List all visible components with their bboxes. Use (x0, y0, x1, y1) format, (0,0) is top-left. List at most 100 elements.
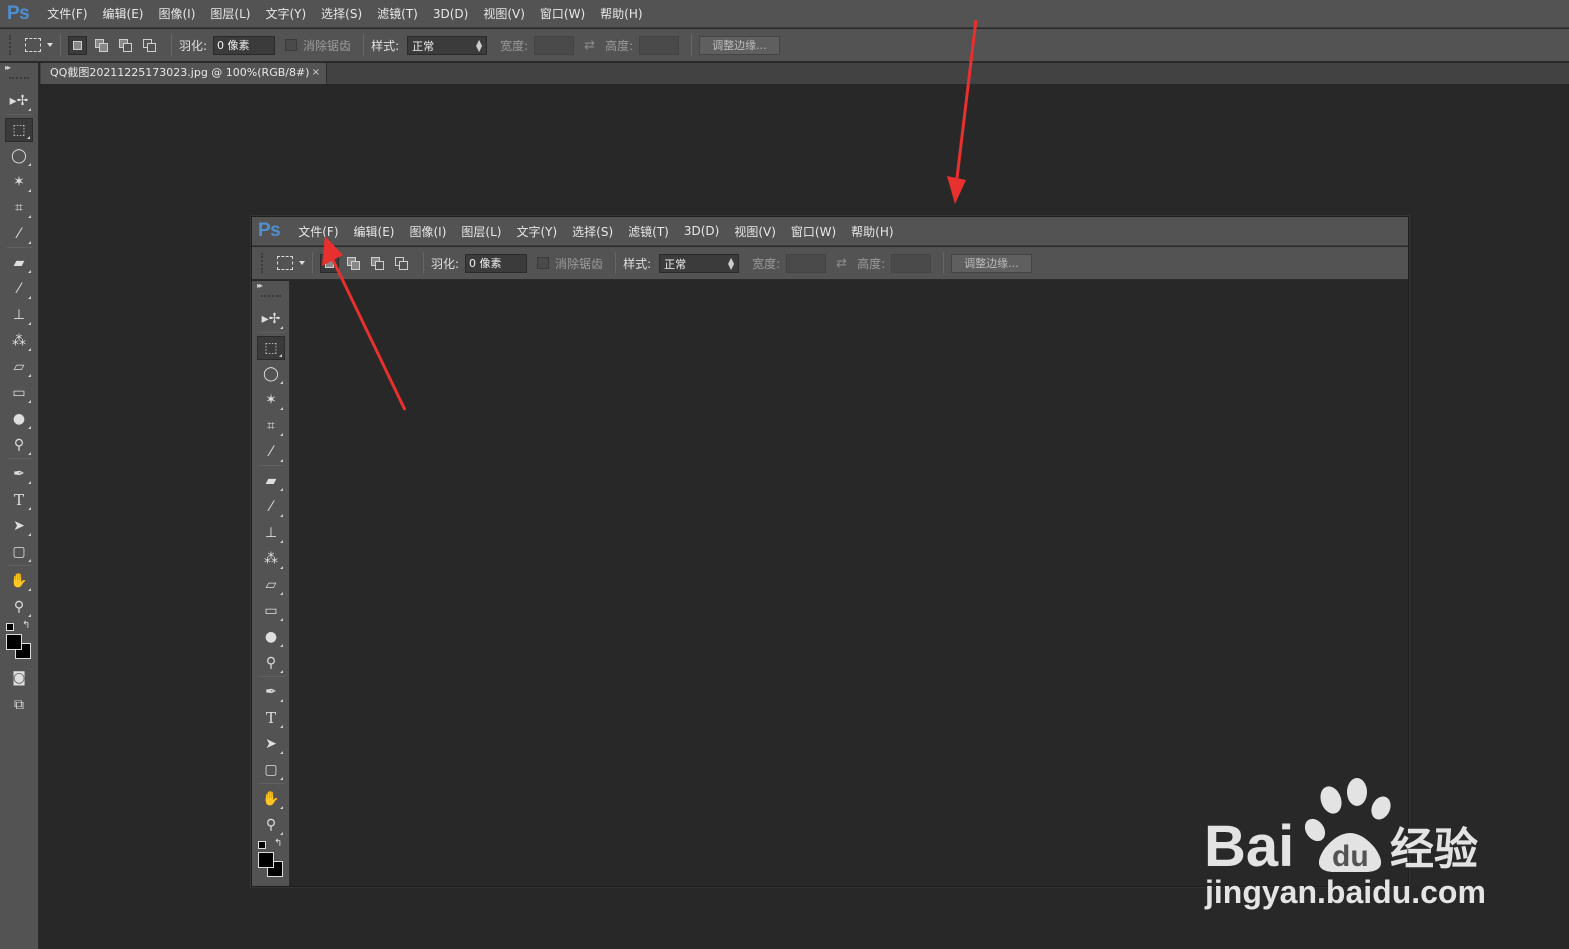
foreground-color-swatch[interactable] (6, 634, 22, 650)
style-select[interactable]: 正常 ▲ ▼ (659, 253, 740, 273)
antialias-checkbox[interactable] (285, 39, 298, 51)
move-tool[interactable]: ▸✢ (5, 89, 33, 113)
options-bar-grip[interactable] (9, 35, 13, 55)
path-selection-tool[interactable]: ➤ (5, 514, 33, 538)
crop-tool[interactable]: ⌗ (257, 414, 285, 438)
menu-edit[interactable]: 编辑(E) (354, 223, 395, 240)
blur-tool[interactable]: ● (5, 407, 33, 431)
width-input[interactable] (786, 253, 827, 273)
menu-filter[interactable]: 滤镜(T) (628, 223, 669, 240)
menu-select[interactable]: 选择(S) (572, 223, 613, 240)
gradient-tool[interactable]: ▭ (257, 599, 285, 623)
healing-brush-tool[interactable]: ▰ (257, 469, 285, 493)
dodge-tool[interactable]: ⚲ (5, 433, 33, 457)
swap-colors-icon[interactable]: ↰ (22, 620, 30, 631)
new-selection-button[interactable] (68, 35, 87, 55)
menu-window[interactable]: 窗口(W) (791, 223, 836, 240)
document-tab[interactable]: QQ截图20211225173023.jpg @ 100%(RGB/8#) × (41, 63, 327, 84)
swap-dimensions-icon[interactable]: ⇄ (836, 256, 847, 271)
dodge-tool[interactable]: ⚲ (257, 651, 285, 675)
options-bar-grip[interactable] (261, 253, 265, 273)
menu-layer[interactable]: 图层(L) (210, 5, 250, 22)
hand-tool[interactable]: ✋ (5, 569, 33, 593)
menu-file[interactable]: 文件(F) (47, 5, 87, 22)
history-brush-tool[interactable]: ⁂ (257, 547, 285, 571)
menu-help[interactable]: 帮助(H) (851, 223, 893, 240)
height-input[interactable] (891, 253, 932, 273)
menu-layer[interactable]: 图层(L) (461, 223, 501, 240)
menu-file[interactable]: 文件(F) (298, 223, 338, 240)
feather-input[interactable]: 0 像素 (465, 253, 528, 273)
type-tool[interactable]: T (5, 488, 33, 512)
swap-colors-icon[interactable]: ↰ (274, 838, 282, 849)
marquee-preset-icon[interactable] (277, 256, 293, 270)
rectangle-tool[interactable]: ▢ (257, 758, 285, 782)
subtract-from-selection-button[interactable] (116, 36, 135, 55)
zoom-tool[interactable]: ⚲ (257, 813, 285, 837)
pen-tool[interactable]: ✒ (5, 462, 33, 486)
foreground-color-swatch[interactable] (258, 852, 274, 868)
preset-dropdown-icon[interactable] (299, 261, 305, 265)
menu-help[interactable]: 帮助(H) (600, 5, 642, 22)
menu-image[interactable]: 图像(I) (409, 223, 446, 240)
lasso-tool[interactable]: ◯ (257, 362, 285, 386)
add-to-selection-button[interactable] (92, 36, 111, 55)
height-input[interactable] (639, 35, 680, 55)
rectangular-marquee-tool[interactable]: ⬚ (257, 336, 285, 360)
pen-tool[interactable]: ✒ (257, 680, 285, 704)
menu-window[interactable]: 窗口(W) (540, 5, 585, 22)
eraser-tool[interactable]: ▱ (5, 355, 33, 379)
menu-edit[interactable]: 编辑(E) (103, 5, 144, 22)
swap-dimensions-icon[interactable]: ⇄ (584, 38, 595, 53)
magic-wand-tool[interactable]: ✶ (5, 170, 33, 194)
new-selection-button[interactable] (320, 253, 339, 273)
rectangular-marquee-tool[interactable]: ⬚ (5, 118, 33, 142)
panel-grip[interactable] (9, 77, 29, 80)
panel-grip[interactable] (261, 295, 281, 298)
refine-edge-button[interactable]: 调整边缘... (699, 35, 780, 55)
intersect-selection-button[interactable] (140, 36, 159, 55)
move-tool[interactable]: ▸✢ (257, 307, 285, 331)
preset-dropdown-icon[interactable] (47, 43, 53, 47)
style-select[interactable]: 正常 ▲ ▼ (407, 35, 488, 55)
brush-tool[interactable]: ⁄ (5, 277, 33, 301)
healing-brush-tool[interactable]: ▰ (5, 251, 33, 275)
expand-panel-icon[interactable]: ▸▸ (5, 63, 11, 72)
clone-stamp-tool[interactable]: ⊥ (5, 303, 33, 327)
expand-panel-icon[interactable]: ▸▸ (257, 281, 263, 290)
default-colors-icon[interactable] (258, 841, 266, 849)
intersect-selection-button[interactable] (392, 254, 411, 273)
marquee-preset-icon[interactable] (25, 38, 41, 52)
menu-type[interactable]: 文字(Y) (265, 5, 306, 22)
close-icon[interactable]: × (312, 63, 320, 83)
menu-3d[interactable]: 3D(D) (433, 7, 468, 21)
default-colors-icon[interactable] (6, 623, 14, 631)
menu-view[interactable]: 视图(V) (734, 223, 776, 240)
rectangle-tool[interactable]: ▢ (5, 540, 33, 564)
menu-type[interactable]: 文字(Y) (516, 223, 557, 240)
menu-image[interactable]: 图像(I) (158, 5, 195, 22)
antialias-checkbox[interactable] (537, 257, 550, 269)
history-brush-tool[interactable]: ⁂ (5, 329, 33, 353)
path-selection-tool[interactable]: ➤ (257, 732, 285, 756)
blur-tool[interactable]: ● (257, 625, 285, 649)
feather-input[interactable]: 0 像素 (213, 35, 276, 55)
magic-wand-tool[interactable]: ✶ (257, 388, 285, 412)
width-input[interactable] (534, 35, 575, 55)
eraser-tool[interactable]: ▱ (257, 573, 285, 597)
brush-tool[interactable]: ⁄ (257, 495, 285, 519)
lasso-tool[interactable]: ◯ (5, 144, 33, 168)
eyedropper-tool[interactable]: ⁄ (257, 440, 285, 464)
add-to-selection-button[interactable] (344, 254, 363, 273)
eyedropper-tool[interactable]: ⁄ (5, 222, 33, 246)
subtract-from-selection-button[interactable] (368, 254, 387, 273)
screen-mode-icon[interactable]: ⧉ (5, 693, 33, 717)
menu-view[interactable]: 视图(V) (483, 5, 525, 22)
hand-tool[interactable]: ✋ (257, 787, 285, 811)
clone-stamp-tool[interactable]: ⊥ (257, 521, 285, 545)
menu-select[interactable]: 选择(S) (321, 5, 362, 22)
quick-mask-icon[interactable]: ◙ (5, 666, 33, 690)
crop-tool[interactable]: ⌗ (5, 196, 33, 220)
gradient-tool[interactable]: ▭ (5, 381, 33, 405)
refine-edge-button[interactable]: 调整边缘... (951, 253, 1032, 273)
